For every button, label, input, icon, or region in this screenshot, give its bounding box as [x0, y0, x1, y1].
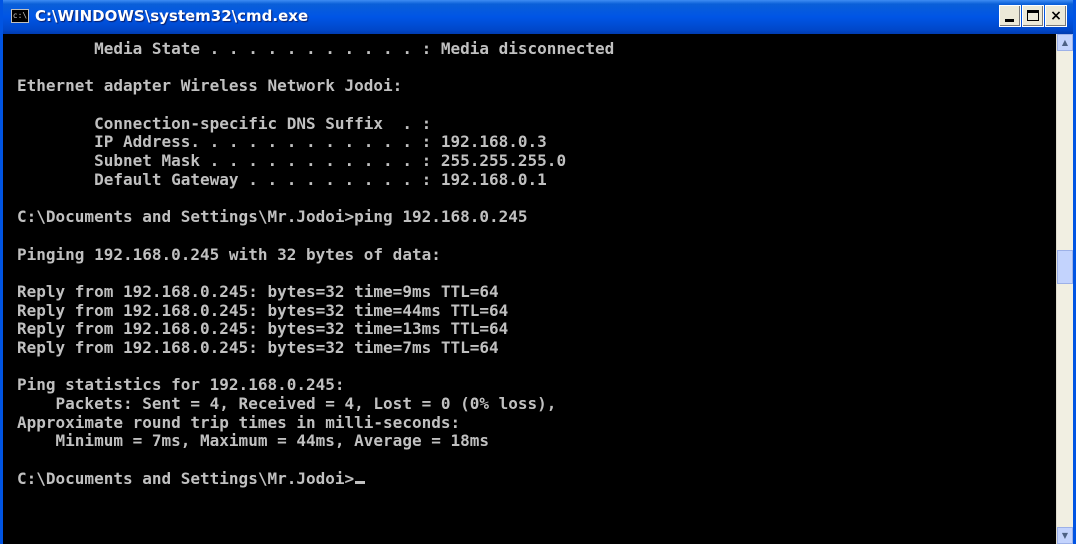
- console-line: Approximate round trip times in milli-se…: [17, 412, 461, 432]
- console-output[interactable]: Media State . . . . . . . . . . . : Medi…: [3, 34, 1056, 544]
- console-line: Media State . . . . . . . . . . . : Medi…: [17, 39, 615, 58]
- console-line: Packets: Sent = 4, Received = 4, Lost = …: [17, 394, 557, 414]
- console-line: C:\Documents and Settings\Mr.Jodoi>: [17, 469, 614, 489]
- maximize-icon: [1027, 10, 1039, 21]
- close-button[interactable]: ×: [1045, 5, 1067, 27]
- close-icon: ×: [1050, 8, 1062, 24]
- console-line: Pinging 192.168.0.245 with 32 bytes of d…: [17, 244, 441, 264]
- vertical-scrollbar[interactable]: ▲ ▼: [1056, 34, 1073, 544]
- console-line: Reply from 192.168.0.245: bytes=32 time=…: [17, 319, 509, 339]
- console-line: Connection-specific DNS Suffix . :: [17, 113, 432, 133]
- console-line: Ping statistics for 192.168.0.245:: [17, 375, 345, 395]
- title-bar[interactable]: c:\ C:\WINDOWS\system32\cmd.exe ×: [3, 0, 1073, 34]
- console-line: Reply from 192.168.0.245: bytes=32 time=…: [17, 338, 499, 357]
- scroll-up-button[interactable]: ▲: [1057, 34, 1073, 51]
- window-title: C:\WINDOWS\system32\cmd.exe: [35, 7, 309, 25]
- console-line: IP Address. . . . . . . . . . . . : 192.…: [17, 132, 547, 152]
- chevron-down-icon: ▼: [1061, 531, 1069, 540]
- minimize-icon: [1005, 19, 1014, 22]
- console-line: Reply from 192.168.0.245: bytes=32 time=…: [17, 300, 509, 320]
- minimize-button[interactable]: [999, 5, 1021, 27]
- console-line: Subnet Mask . . . . . . . . . . . : 255.…: [17, 151, 567, 171]
- chevron-up-icon: ▲: [1061, 38, 1069, 47]
- console-line: Reply from 192.168.0.245: bytes=32 time=…: [17, 281, 499, 301]
- console-line: Default Gateway . . . . . . . . . : 192.…: [17, 169, 547, 189]
- console-line: Ethernet adapter Wireless Network Jodoi:: [17, 76, 403, 96]
- console-text: Media State . . . . . . . . . . . : Medi…: [17, 39, 615, 489]
- cmd-window: c:\ C:\WINDOWS\system32\cmd.exe × Media …: [0, 0, 1076, 544]
- scrollbar-thumb[interactable]: [1057, 249, 1073, 284]
- maximize-button[interactable]: [1022, 5, 1044, 27]
- console-line: Minimum = 7ms, Maximum = 44ms, Average =…: [17, 431, 490, 451]
- console-line: C:\Documents and Settings\Mr.Jodoi>ping …: [17, 207, 528, 227]
- text-cursor: [355, 480, 366, 484]
- cmd-icon[interactable]: c:\: [11, 9, 29, 23]
- scroll-down-button[interactable]: ▼: [1057, 527, 1073, 544]
